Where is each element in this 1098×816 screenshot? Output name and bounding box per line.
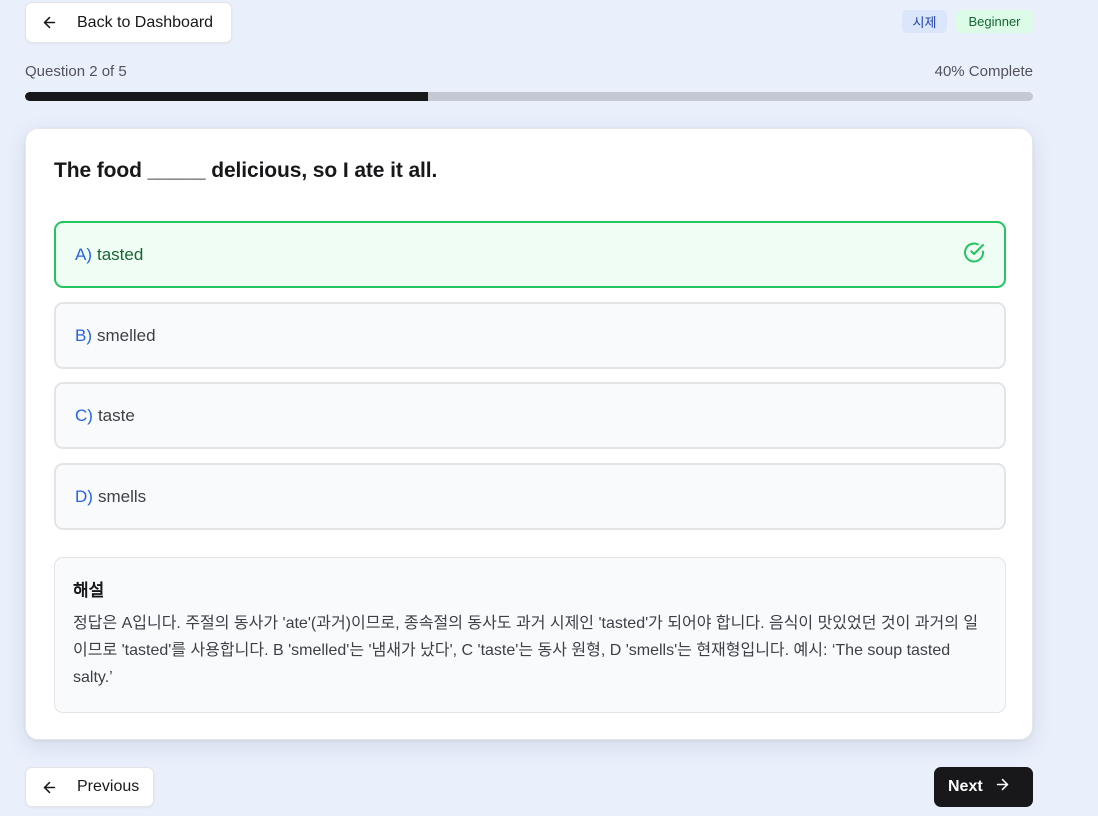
- back-to-dashboard-button[interactable]: Back to Dashboard: [25, 2, 232, 43]
- option-c[interactable]: C) taste: [54, 382, 1006, 449]
- option-b[interactable]: B) smelled: [54, 302, 1006, 369]
- question-card: The food _____ delicious, so I ate it al…: [25, 128, 1033, 740]
- option-letter: A): [75, 244, 92, 264]
- option-d[interactable]: D) smells: [54, 463, 1006, 530]
- option-letter: C): [75, 405, 93, 425]
- progress-percent: 40% Complete: [934, 63, 1033, 80]
- previous-button[interactable]: Previous: [25, 767, 154, 807]
- option-letter: B): [75, 325, 92, 345]
- explanation-text: 정답은 A입니다. 주절의 동사가 'ate'(과거)이므로, 종속절의 동사도…: [73, 615, 979, 686]
- circle-check-icon: [962, 240, 986, 269]
- arrow-left-icon: [41, 14, 58, 31]
- option-text: taste: [97, 405, 135, 425]
- option-a[interactable]: A) tasted: [54, 221, 1006, 288]
- back-to-dashboard-label: Back to Dashboard: [77, 13, 214, 31]
- explanation-title: 해설: [73, 581, 105, 600]
- previous-label: Previous: [77, 778, 140, 795]
- question-counter: Question 2 of 5: [25, 63, 127, 80]
- question-text: The food _____ delicious, so I ate it al…: [54, 159, 438, 182]
- next-label: Next: [948, 778, 983, 795]
- level-badge: Beginner: [956, 10, 1033, 33]
- option-text: smelled: [97, 325, 156, 345]
- option-text: smells: [97, 486, 147, 506]
- next-button[interactable]: Next: [934, 767, 1033, 807]
- progress-bar-fill: [25, 92, 429, 101]
- option-letter: D): [75, 486, 93, 506]
- arrow-left-icon: [41, 779, 58, 796]
- progress-bar: [25, 92, 1033, 101]
- option-text: tasted: [97, 244, 144, 264]
- explanation-panel: 해설 정답은 A입니다. 주절의 동사가 'ate'(과거)이므로, 종속절의 …: [54, 557, 1006, 713]
- topic-badge: 시제: [902, 10, 947, 33]
- arrow-right-icon: [994, 776, 1011, 798]
